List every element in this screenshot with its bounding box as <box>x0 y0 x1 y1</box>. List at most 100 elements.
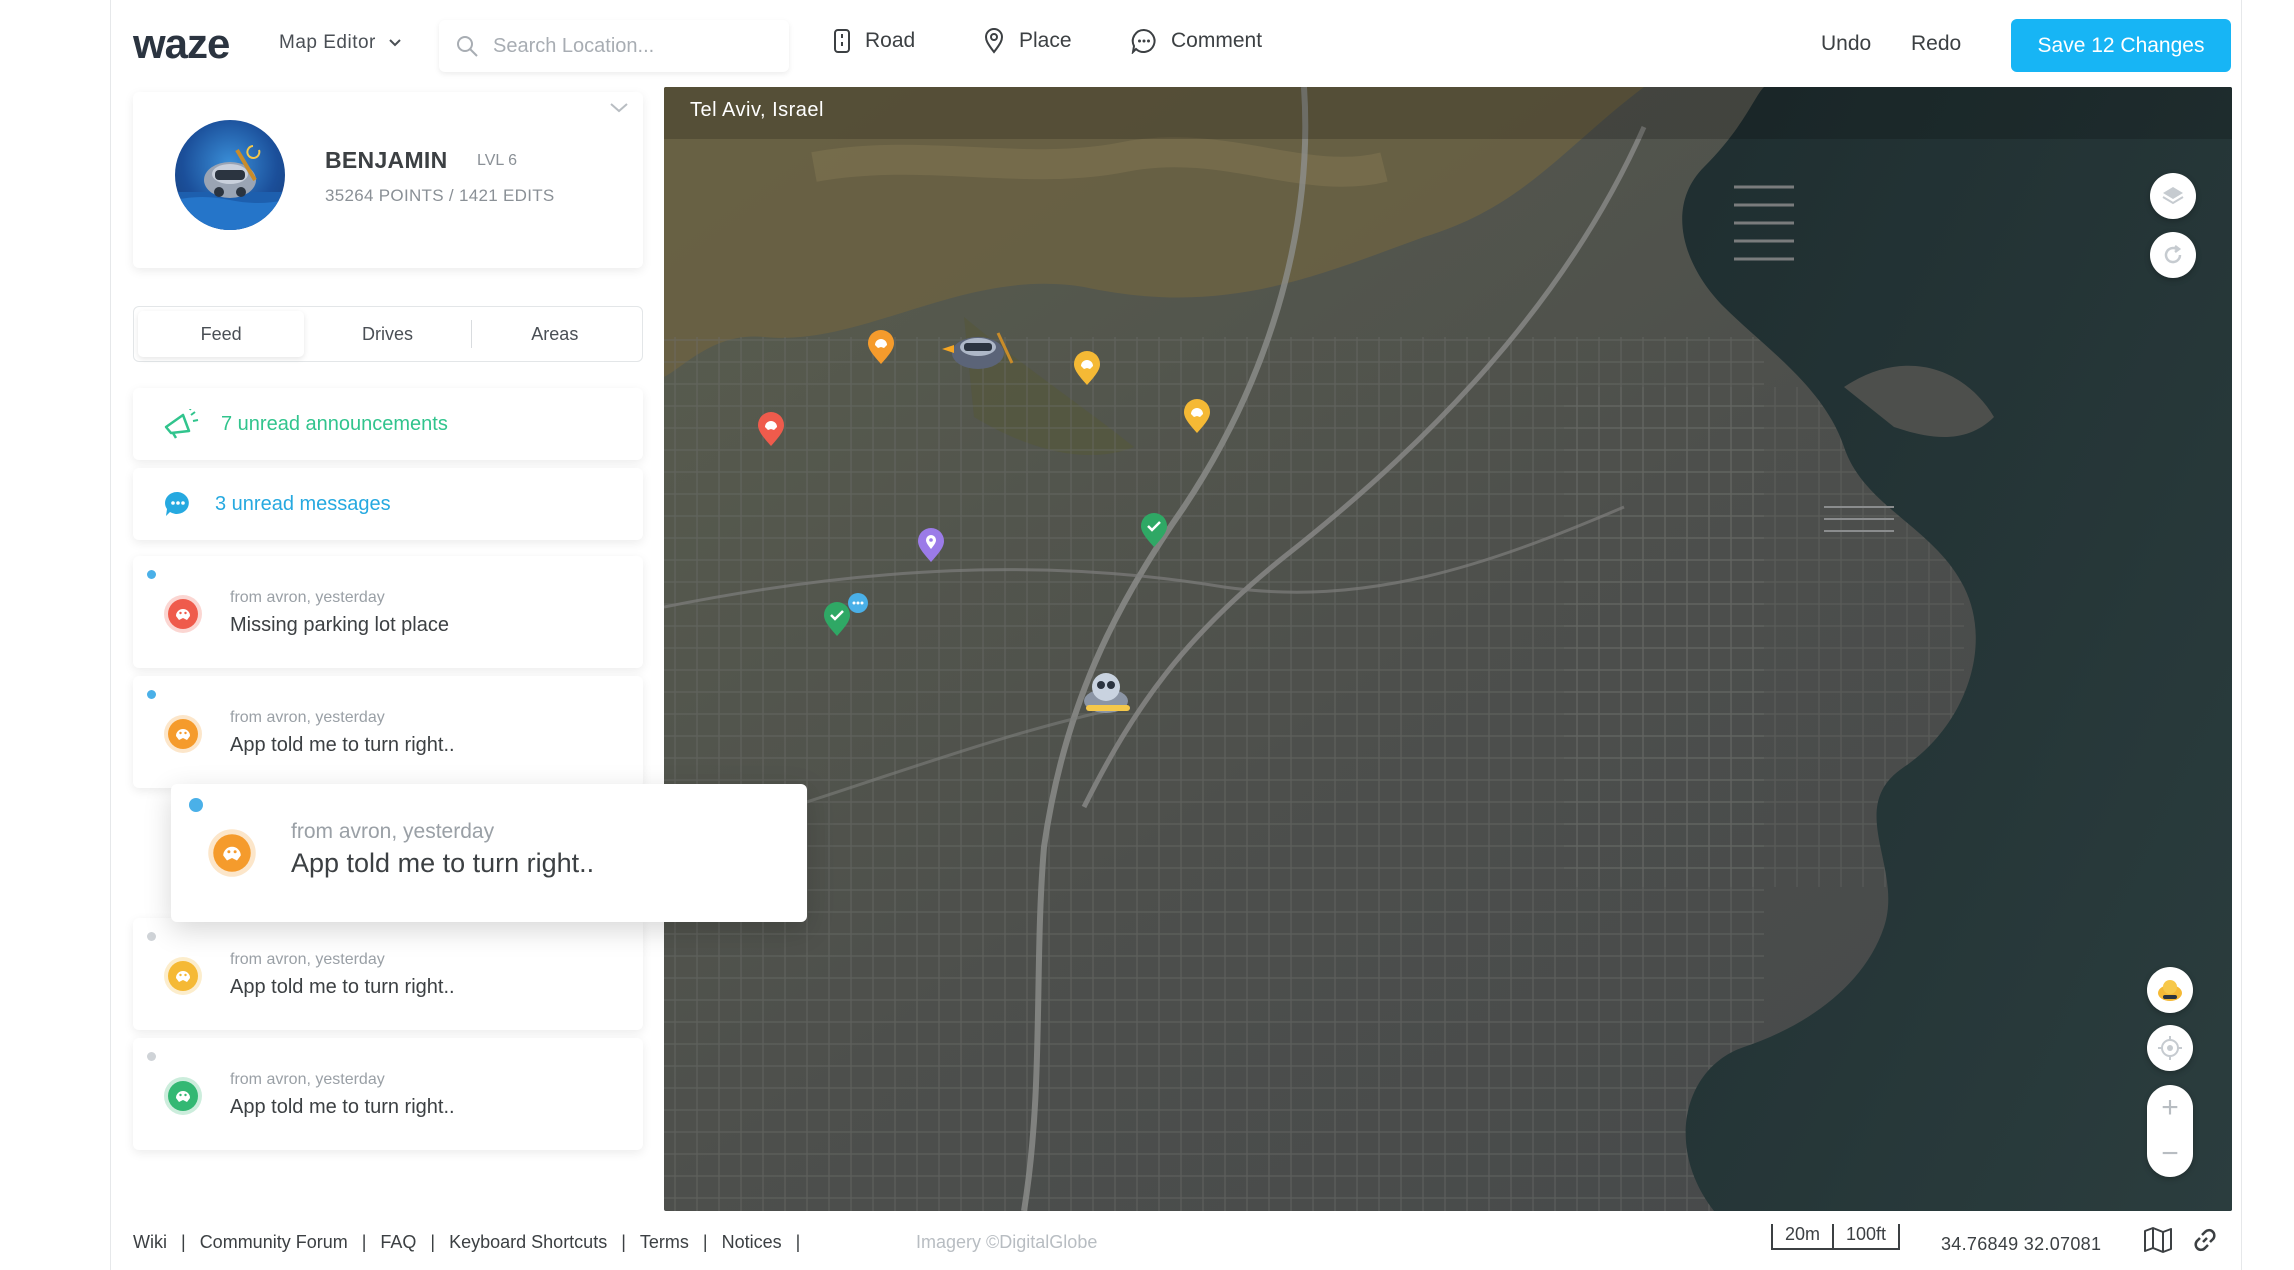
map-pin-place-icon[interactable] <box>916 527 946 563</box>
feed-item-meta: from avron, yesterday <box>230 589 385 606</box>
locate-me-button[interactable] <box>2147 1025 2193 1071</box>
feed-tabs: Feed Drives Areas <box>133 306 643 362</box>
undo-button[interactable]: Undo <box>1821 32 1871 56</box>
chat-bubble-icon[interactable] <box>847 592 869 614</box>
map-location-title: Tel Aviv, Israel <box>690 99 824 121</box>
chevron-down-icon[interactable] <box>609 102 629 114</box>
search-input[interactable] <box>493 34 763 58</box>
comment-tool-label: Comment <box>1171 29 1263 52</box>
report-bubble-icon <box>164 715 202 753</box>
unread-dot <box>147 570 156 579</box>
comment-tool-button[interactable]: Comment <box>1131 28 1262 54</box>
save-changes-button[interactable]: Save 12 Changes <box>2011 19 2231 72</box>
separator: | <box>430 1232 436 1252</box>
footer-link-community-forum[interactable]: Community Forum <box>200 1232 348 1253</box>
road-tool-label: Road <box>865 29 916 52</box>
link-icon[interactable] <box>2191 1226 2219 1254</box>
feed-item-title: App told me to turn right.. <box>230 1096 455 1118</box>
top-bar: waze Map Editor Road Place Comment Undo … <box>111 0 2243 88</box>
unread-dot <box>189 798 203 812</box>
redo-button[interactable]: Redo <box>1911 32 1961 56</box>
separator: | <box>361 1232 367 1252</box>
feed-item[interactable]: from avron, yesterday Missing parking lo… <box>133 556 643 668</box>
report-bubble-icon <box>208 829 256 877</box>
profile-level: LVL 6 <box>477 152 518 169</box>
zoom-control: + − <box>2147 1085 2193 1177</box>
scale-metric: 20m <box>1771 1224 1833 1250</box>
map-scale: 20m 100ft <box>1771 1224 1901 1250</box>
footer-link-notices[interactable]: Notices <box>722 1232 782 1253</box>
place-tool-button[interactable]: Place <box>983 28 1072 54</box>
tab-areas[interactable]: Areas <box>472 311 638 357</box>
coordinates-readout: 34.76849 32.07081 <box>1941 1234 2102 1254</box>
wazer-avatar-icon <box>175 145 285 230</box>
megaphone-icon <box>164 409 199 439</box>
feed-item[interactable]: from avron, yesterday App told me to tur… <box>133 1038 643 1150</box>
wazer-avatar-icon <box>2158 980 2182 1001</box>
road-tool-button[interactable]: Road <box>833 28 915 54</box>
chevron-down-icon <box>389 39 401 47</box>
avatar[interactable] <box>175 120 285 230</box>
separator: | <box>181 1232 186 1252</box>
profile-card: BENJAMIN LVL 6 35264 POINTS / 1421 EDITS <box>133 92 643 268</box>
feed-item-meta: from avron, yesterday <box>230 709 385 726</box>
footer-link-terms[interactable]: Terms <box>640 1232 689 1253</box>
map-pin-yellow-icon[interactable] <box>1072 350 1102 386</box>
tab-feed[interactable]: Feed <box>138 311 305 357</box>
zoom-in-button[interactable]: + <box>2147 1085 2193 1131</box>
feed-item-meta: from avron, yesterday <box>230 951 385 968</box>
scale-imperial: 100ft <box>1832 1224 1901 1250</box>
footer-link-keyboard-shortcuts[interactable]: Keyboard Shortcuts <box>449 1232 607 1253</box>
road-icon <box>834 29 850 53</box>
comment-bubble-icon <box>1131 28 1156 54</box>
separator: | <box>795 1232 801 1252</box>
app-window: waze Map Editor Road Place Comment Undo … <box>110 0 2242 1270</box>
messages-card[interactable]: 3 unread messages <box>133 468 643 540</box>
refresh-icon <box>2164 245 2182 264</box>
report-bubble-icon <box>164 1077 202 1115</box>
mode-label: Map Editor <box>279 32 376 53</box>
crosshair-icon <box>2158 1036 2182 1060</box>
feed-item[interactable]: from avron, yesterday App told me to tur… <box>133 676 643 788</box>
profile-stats: 35264 POINTS / 1421 EDITS <box>325 186 555 205</box>
imagery-credit: Imagery ©DigitalGlobe <box>916 1232 1098 1252</box>
place-pin-icon <box>984 28 1004 54</box>
map-icon[interactable] <box>2143 1226 2173 1254</box>
map-pin-red-icon[interactable] <box>756 411 786 447</box>
report-bubble-icon <box>164 957 202 995</box>
refresh-button[interactable] <box>2150 232 2196 278</box>
footer-link-faq[interactable]: FAQ <box>380 1232 416 1253</box>
mode-selector[interactable]: Map Editor <box>279 32 402 54</box>
tab-drives[interactable]: Drives <box>304 311 470 357</box>
read-dot <box>147 932 156 941</box>
place-tool-label: Place <box>1019 29 1072 52</box>
map-pin-orange-icon[interactable] <box>866 329 896 365</box>
feed-item-popup[interactable]: from avron, yesterday App told me to tur… <box>171 784 807 922</box>
wazer-avatar-icon[interactable] <box>938 319 1018 375</box>
search-box[interactable] <box>439 20 789 72</box>
announcements-card[interactable]: 7 unread announcements <box>133 388 643 460</box>
separator: | <box>621 1232 626 1252</box>
chat-bubble-icon <box>165 491 189 516</box>
footer-link-wiki[interactable]: Wiki <box>133 1232 167 1253</box>
wazer-avatar-icon[interactable] <box>1076 663 1140 719</box>
map-canvas[interactable]: Tel Aviv, Israel + − <box>664 87 2232 1211</box>
announcements-label: 7 unread announcements <box>221 412 448 435</box>
separator: | <box>702 1232 708 1252</box>
zoom-out-button[interactable]: − <box>2147 1131 2193 1177</box>
map-pin-check-icon[interactable] <box>1139 512 1169 548</box>
map-pin-yellow-icon[interactable] <box>1182 398 1212 434</box>
search-icon <box>457 36 478 57</box>
wazer-view-button[interactable] <box>2147 967 2193 1013</box>
layers-icon <box>2162 187 2184 205</box>
feed-item[interactable]: from avron, yesterday App told me to tur… <box>133 918 643 1030</box>
waze-logo[interactable]: waze <box>133 20 230 68</box>
report-bubble-icon <box>164 595 202 633</box>
feed-item-title: Missing parking lot place <box>230 614 449 636</box>
popup-title: App told me to turn right.. <box>291 848 595 878</box>
profile-name: BENJAMIN <box>325 147 448 173</box>
layers-button[interactable] <box>2150 173 2196 219</box>
popup-meta: from avron, yesterday <box>291 820 495 843</box>
messages-label: 3 unread messages <box>215 492 391 515</box>
satellite-imagery <box>664 87 2232 1211</box>
